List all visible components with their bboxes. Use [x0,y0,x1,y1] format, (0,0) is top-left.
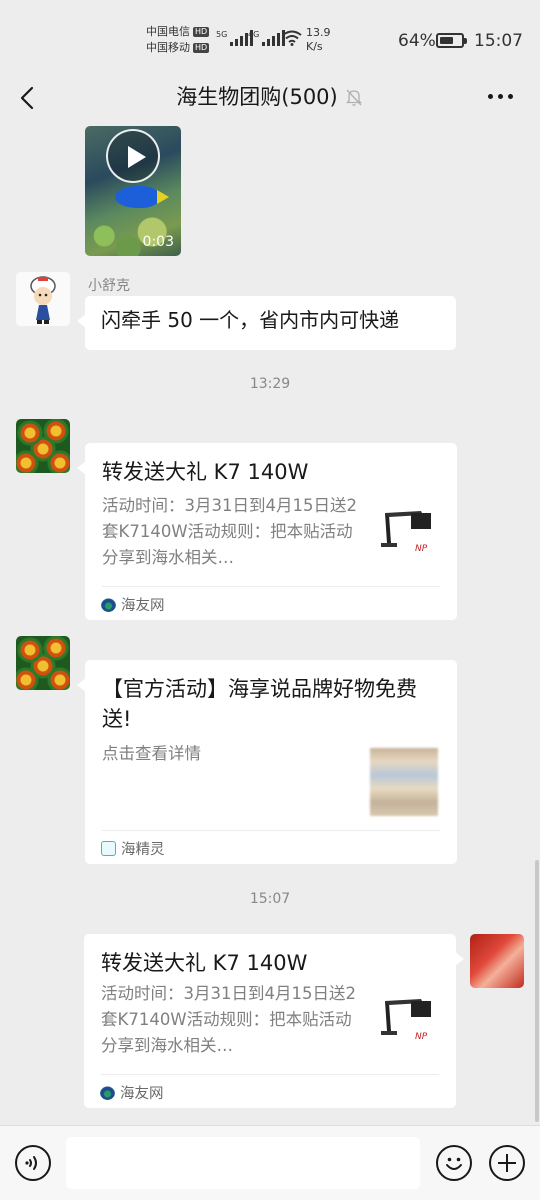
chat-title[interactable]: 海生物团购(500) [176,82,337,112]
more-icon[interactable] [486,94,516,102]
network-speed: 13.9 K/s [306,26,331,54]
signal-4g-icon: 4G [248,30,286,46]
haijingling-icon [101,841,116,856]
fish-image [115,186,169,208]
svg-text:NP: NP [415,544,428,554]
card-source: 海友网 [100,1082,164,1103]
carrier-info: 中国电信 HD 中国移动 HD [146,24,210,56]
speed-unit: K/s [306,40,323,53]
avatar-self[interactable] [470,934,524,988]
hd-badge-2: HD [193,43,210,53]
emoji-icon[interactable] [436,1145,472,1181]
wifi-icon [282,30,302,46]
card-description: 活动时间：3月31日到4月15日送2套K7140W活动规则：把本贴活动分享到海水… [102,496,357,567]
play-icon[interactable] [106,129,160,183]
video-duration: 0:03 [142,234,174,250]
card-title: 转发送大礼 K7 140W [102,460,309,484]
link-card-2[interactable]: 【官方活动】海享说品牌好物免费送! 点击查看详情 海精灵 [77,660,457,864]
card-source: 海精灵 [101,838,165,859]
card-divider [102,586,440,587]
mute-icon [345,89,362,106]
sender-name: 小舒克 [88,278,130,294]
network-5g-label: 5G [216,30,228,39]
carrier-2: 中国移动 [146,41,190,54]
avatar-coral-2[interactable] [16,636,70,690]
link-card-3[interactable]: 转发送大礼 K7 140W 活动时间：3月31日到4月15日送2套K7140W活… [84,934,464,1108]
cartoon-avatar-icon [16,272,70,326]
message-input[interactable] [66,1137,420,1189]
hd-badge-1: HD [193,27,210,37]
battery-icon [436,33,467,48]
haiyouwang-icon [101,597,116,612]
message-text: 闪牵手 50 一个，省内市内可快递 [101,308,400,332]
lamp-thumbnail: NP [377,991,447,1061]
status-bar: 中国电信 HD 中国移动 HD 5G 4G 13.9 K/s 64% 15:07 [0,0,540,76]
source-name: 海友网 [120,1086,164,1102]
timestamp: 13:29 [249,376,291,392]
carrier-1: 中国电信 [146,25,190,38]
card-divider [102,830,440,831]
network-4g-label: 4G [248,30,260,39]
avatar-coral-1[interactable] [16,419,70,473]
plus-icon[interactable] [489,1145,525,1181]
video-message[interactable]: 0:03 [85,126,181,256]
voice-icon[interactable] [15,1145,51,1181]
chat-area[interactable]: 0:03 小舒克 闪牵手 50 一个，省内市内可快递 13:29 转发送大礼 K… [0,120,540,1125]
battery-fill [440,37,453,44]
card-description: 活动时间：3月31日到4月15日送2套K7140W活动规则：把本贴活动分享到海水… [101,984,356,1055]
card-description: 点击查看详情 [102,744,201,763]
card-title: 【官方活动】海享说品牌好物免费送! [102,677,417,731]
status-time: 15:07 [474,31,523,51]
scrollbar[interactable] [535,860,539,1122]
chat-title-wrap: 海生物团购(500) [0,82,540,112]
battery-percent: 64% [398,31,436,51]
card-divider [101,1074,439,1075]
avatar-xiaoshuke[interactable] [16,272,70,326]
haiyouwang-icon [100,1085,115,1100]
link-card-1[interactable]: 转发送大礼 K7 140W 活动时间：3月31日到4月15日送2套K7140W活… [77,443,457,620]
card-title: 转发送大礼 K7 140W [101,951,308,975]
source-name: 海精灵 [121,842,165,858]
timestamp: 15:07 [249,891,291,907]
card-source: 海友网 [101,594,165,615]
speed-value: 13.9 [306,26,331,39]
chat-header: 海生物团购(500) [0,76,540,120]
document-thumbnail [370,748,438,816]
svg-text:NP: NP [415,1032,428,1042]
input-bar [0,1125,540,1200]
text-message-bubble[interactable]: 闪牵手 50 一个，省内市内可快递 [77,296,456,350]
lamp-thumbnail: NP [377,503,447,573]
source-name: 海友网 [121,598,165,614]
